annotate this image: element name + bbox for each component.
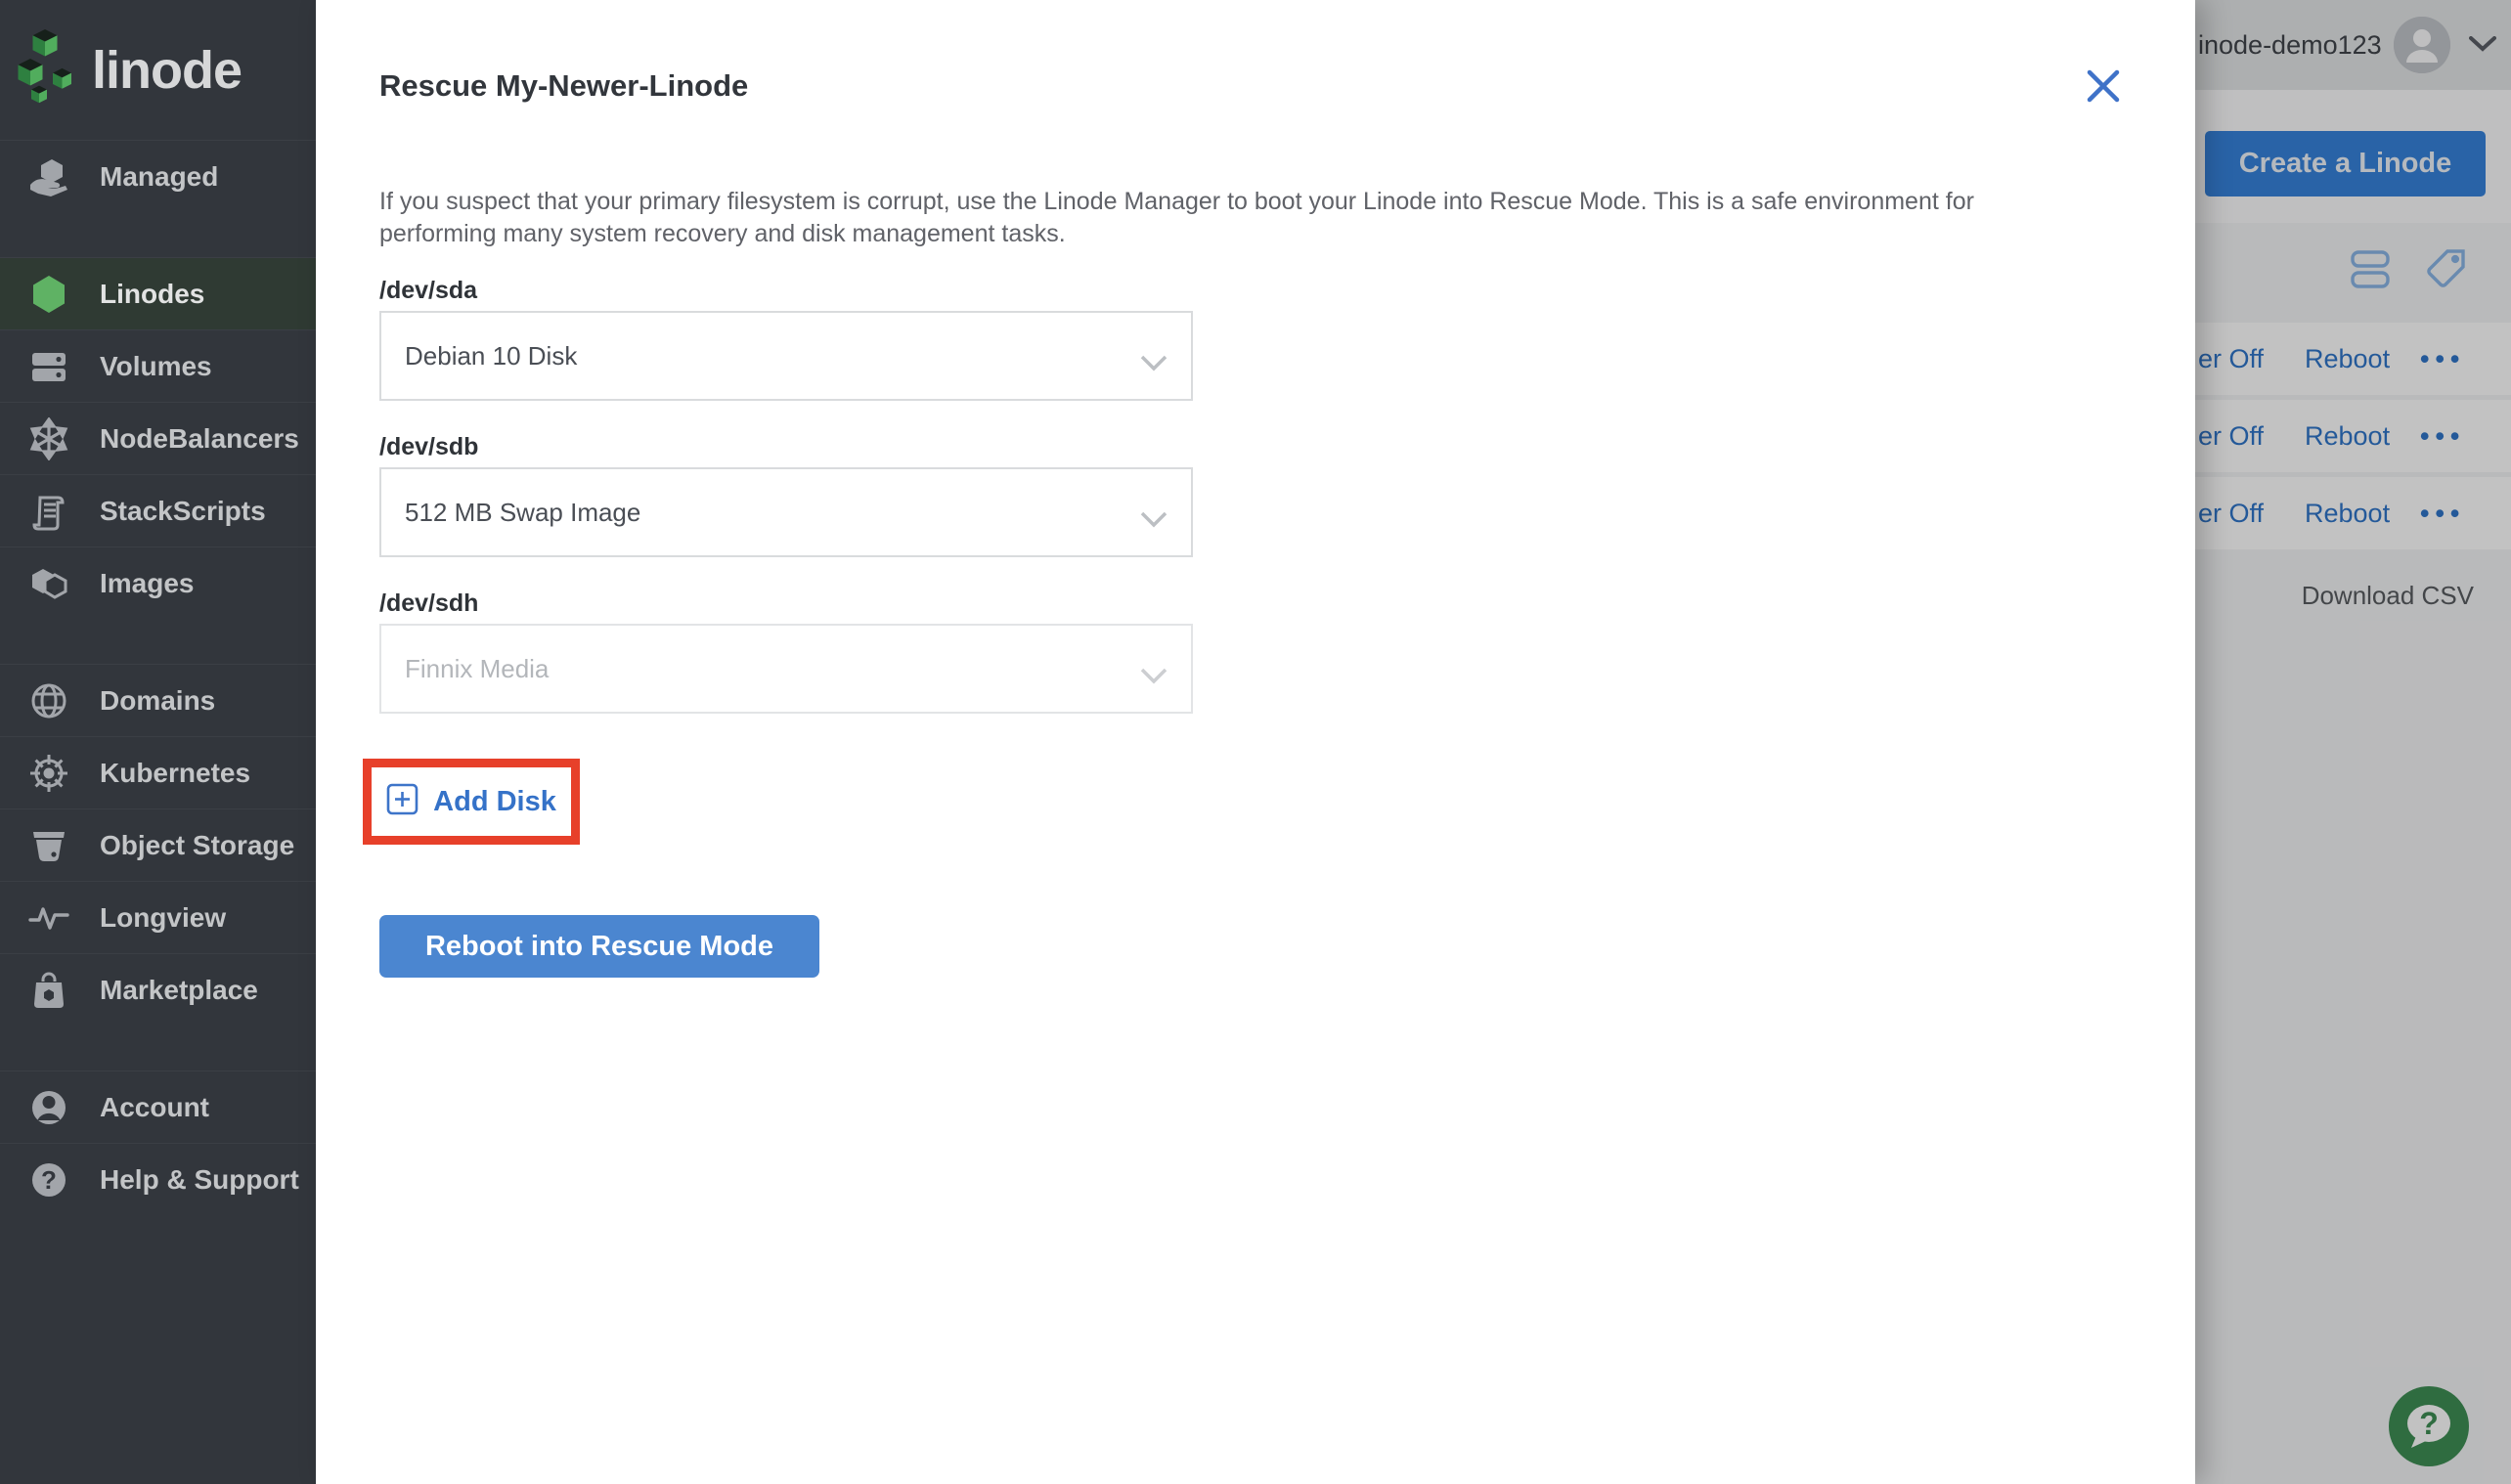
marketplace-bag-icon [27, 969, 70, 1012]
rescue-drawer: Rescue My-Newer-Linode If you suspect th… [316, 0, 2195, 1484]
volumes-icon [27, 345, 70, 388]
sidebar-item-account[interactable]: Account [0, 1070, 352, 1143]
sidebar-item-label: StackScripts [100, 495, 266, 526]
domains-globe-icon [27, 679, 70, 722]
sidebar-item-kubernetes[interactable]: Kubernetes [0, 736, 352, 808]
page-behind-drawer: inode-demo123 Create a Linode er Off Reb… [2195, 0, 2511, 1484]
sidebar: linode Managed Linodes Volumes NodeBalan… [0, 0, 352, 1484]
dev-sdb-select[interactable]: 512 MB Swap Image [379, 467, 1193, 557]
dev-sdb-value: 512 MB Swap Image [405, 497, 641, 527]
svg-text:?: ? [2419, 1406, 2439, 1441]
sidebar-item-volumes[interactable]: Volumes [0, 329, 352, 402]
nav-group-services: Domains Kubernetes Object Storage Longvi… [0, 664, 352, 1026]
reboot-link[interactable]: Reboot [2305, 477, 2390, 549]
plus-square-icon [386, 783, 418, 820]
sidebar-item-label: NodeBalancers [100, 422, 299, 454]
chevron-down-icon [1140, 349, 1167, 379]
power-off-link[interactable]: er Off [2198, 477, 2264, 549]
managed-icon [27, 155, 70, 198]
sidebar-item-longview[interactable]: Longview [0, 881, 352, 953]
reboot-button-label: Reboot into Rescue Mode [424, 930, 774, 962]
sidebar-item-linodes[interactable]: Linodes [0, 257, 352, 329]
create-linode-label: Create a Linode [2238, 148, 2452, 179]
linode-logo[interactable]: linode [0, 0, 352, 140]
power-off-link[interactable]: er Off [2198, 323, 2264, 395]
longview-pulse-icon [27, 896, 70, 939]
images-icon [27, 562, 70, 605]
power-off-link[interactable]: er Off [2198, 400, 2264, 472]
list-view-icon[interactable] [2350, 249, 2391, 295]
linode-cubes-icon [16, 29, 80, 110]
sidebar-item-object-storage[interactable]: Object Storage [0, 808, 352, 881]
sidebar-item-help-support[interactable]: ? Help & Support [0, 1143, 352, 1215]
nav-group-account: Account ? Help & Support [0, 1070, 352, 1215]
help-icon: ? [27, 1158, 70, 1201]
more-actions-icon[interactable]: ••• [2420, 323, 2465, 395]
kubernetes-helm-icon [27, 752, 70, 795]
dev-sdh-value: Finnix Media [405, 653, 550, 683]
view-toggle-icons [2350, 246, 2487, 297]
create-linode-button[interactable]: Create a Linode [2205, 131, 2486, 196]
chevron-down-icon [1140, 505, 1167, 536]
sidebar-item-label: Volumes [100, 350, 212, 381]
help-chat-icon[interactable]: ? [2389, 1386, 2469, 1466]
tag-icon[interactable] [2422, 246, 2469, 298]
dev-sda-value: Debian 10 Disk [405, 340, 578, 371]
rescue-description: If you suspect that your primary filesys… [379, 188, 1974, 247]
nav-group-managed: Managed [0, 140, 352, 212]
logo-wordmark: linode [92, 40, 242, 100]
linode-hexagon-icon [27, 273, 70, 316]
topbar: inode-demo123 [2195, 0, 2511, 90]
sidebar-item-images[interactable]: Images [0, 546, 352, 619]
reboot-link[interactable]: Reboot [2305, 323, 2390, 395]
sidebar-item-stackscripts[interactable]: StackScripts [0, 474, 352, 546]
chevron-down-icon [1140, 662, 1167, 692]
annotation-highlight-box: Add Disk [363, 759, 580, 845]
linode-table-row: er Off Reboot ••• [2195, 323, 2511, 395]
sidebar-item-nodebalancers[interactable]: NodeBalancers [0, 402, 352, 474]
dev-sdh-label: /dev/sdh [379, 589, 479, 617]
linode-table-row: er Off Reboot ••• [2195, 477, 2511, 549]
close-icon[interactable] [2082, 65, 2125, 108]
user-avatar-icon[interactable] [2394, 17, 2450, 73]
add-disk-button[interactable]: Add Disk [386, 783, 556, 820]
sidebar-item-label: Images [100, 567, 195, 598]
reboot-link[interactable]: Reboot [2305, 400, 2390, 472]
dev-sdb-label: /dev/sdb [379, 433, 479, 460]
sidebar-item-label: Longview [100, 901, 227, 933]
svg-text:?: ? [41, 1165, 57, 1195]
sidebar-item-label: Linodes [100, 278, 205, 309]
sidebar-item-managed[interactable]: Managed [0, 140, 352, 212]
sidebar-item-label: Account [100, 1091, 209, 1122]
sidebar-item-label: Domains [100, 684, 216, 716]
sidebar-item-domains[interactable]: Domains [0, 664, 352, 736]
chevron-down-icon[interactable] [2469, 36, 2496, 58]
nav-group-compute: Linodes Volumes NodeBalancers StackScrip… [0, 257, 352, 619]
account-name[interactable]: inode-demo123 [2198, 30, 2382, 61]
sidebar-item-marketplace[interactable]: Marketplace [0, 953, 352, 1026]
more-actions-icon[interactable]: ••• [2420, 477, 2465, 549]
dev-sda-label: /dev/sda [379, 277, 478, 304]
dev-sdh-select[interactable]: Finnix Media [379, 624, 1193, 714]
nodebalancers-icon [27, 416, 70, 460]
download-csv-link[interactable]: Download CSV [2302, 581, 2474, 611]
more-actions-icon[interactable]: ••• [2420, 400, 2465, 472]
object-storage-bucket-icon [27, 824, 70, 867]
sidebar-item-label: Help & Support [100, 1163, 299, 1195]
stackscripts-icon [27, 490, 70, 533]
reboot-into-rescue-mode-button[interactable]: Reboot into Rescue Mode [379, 915, 819, 978]
sidebar-item-label: Marketplace [100, 974, 258, 1005]
linode-table-row: er Off Reboot ••• [2195, 400, 2511, 472]
account-icon [27, 1086, 70, 1129]
dev-sda-select[interactable]: Debian 10 Disk [379, 311, 1193, 401]
sidebar-item-label: Kubernetes [100, 757, 251, 788]
drawer-title: Rescue My-Newer-Linode [379, 68, 749, 103]
sidebar-item-label: Managed [100, 160, 219, 192]
sidebar-item-label: Object Storage [100, 829, 295, 860]
add-disk-label: Add Disk [433, 785, 556, 817]
